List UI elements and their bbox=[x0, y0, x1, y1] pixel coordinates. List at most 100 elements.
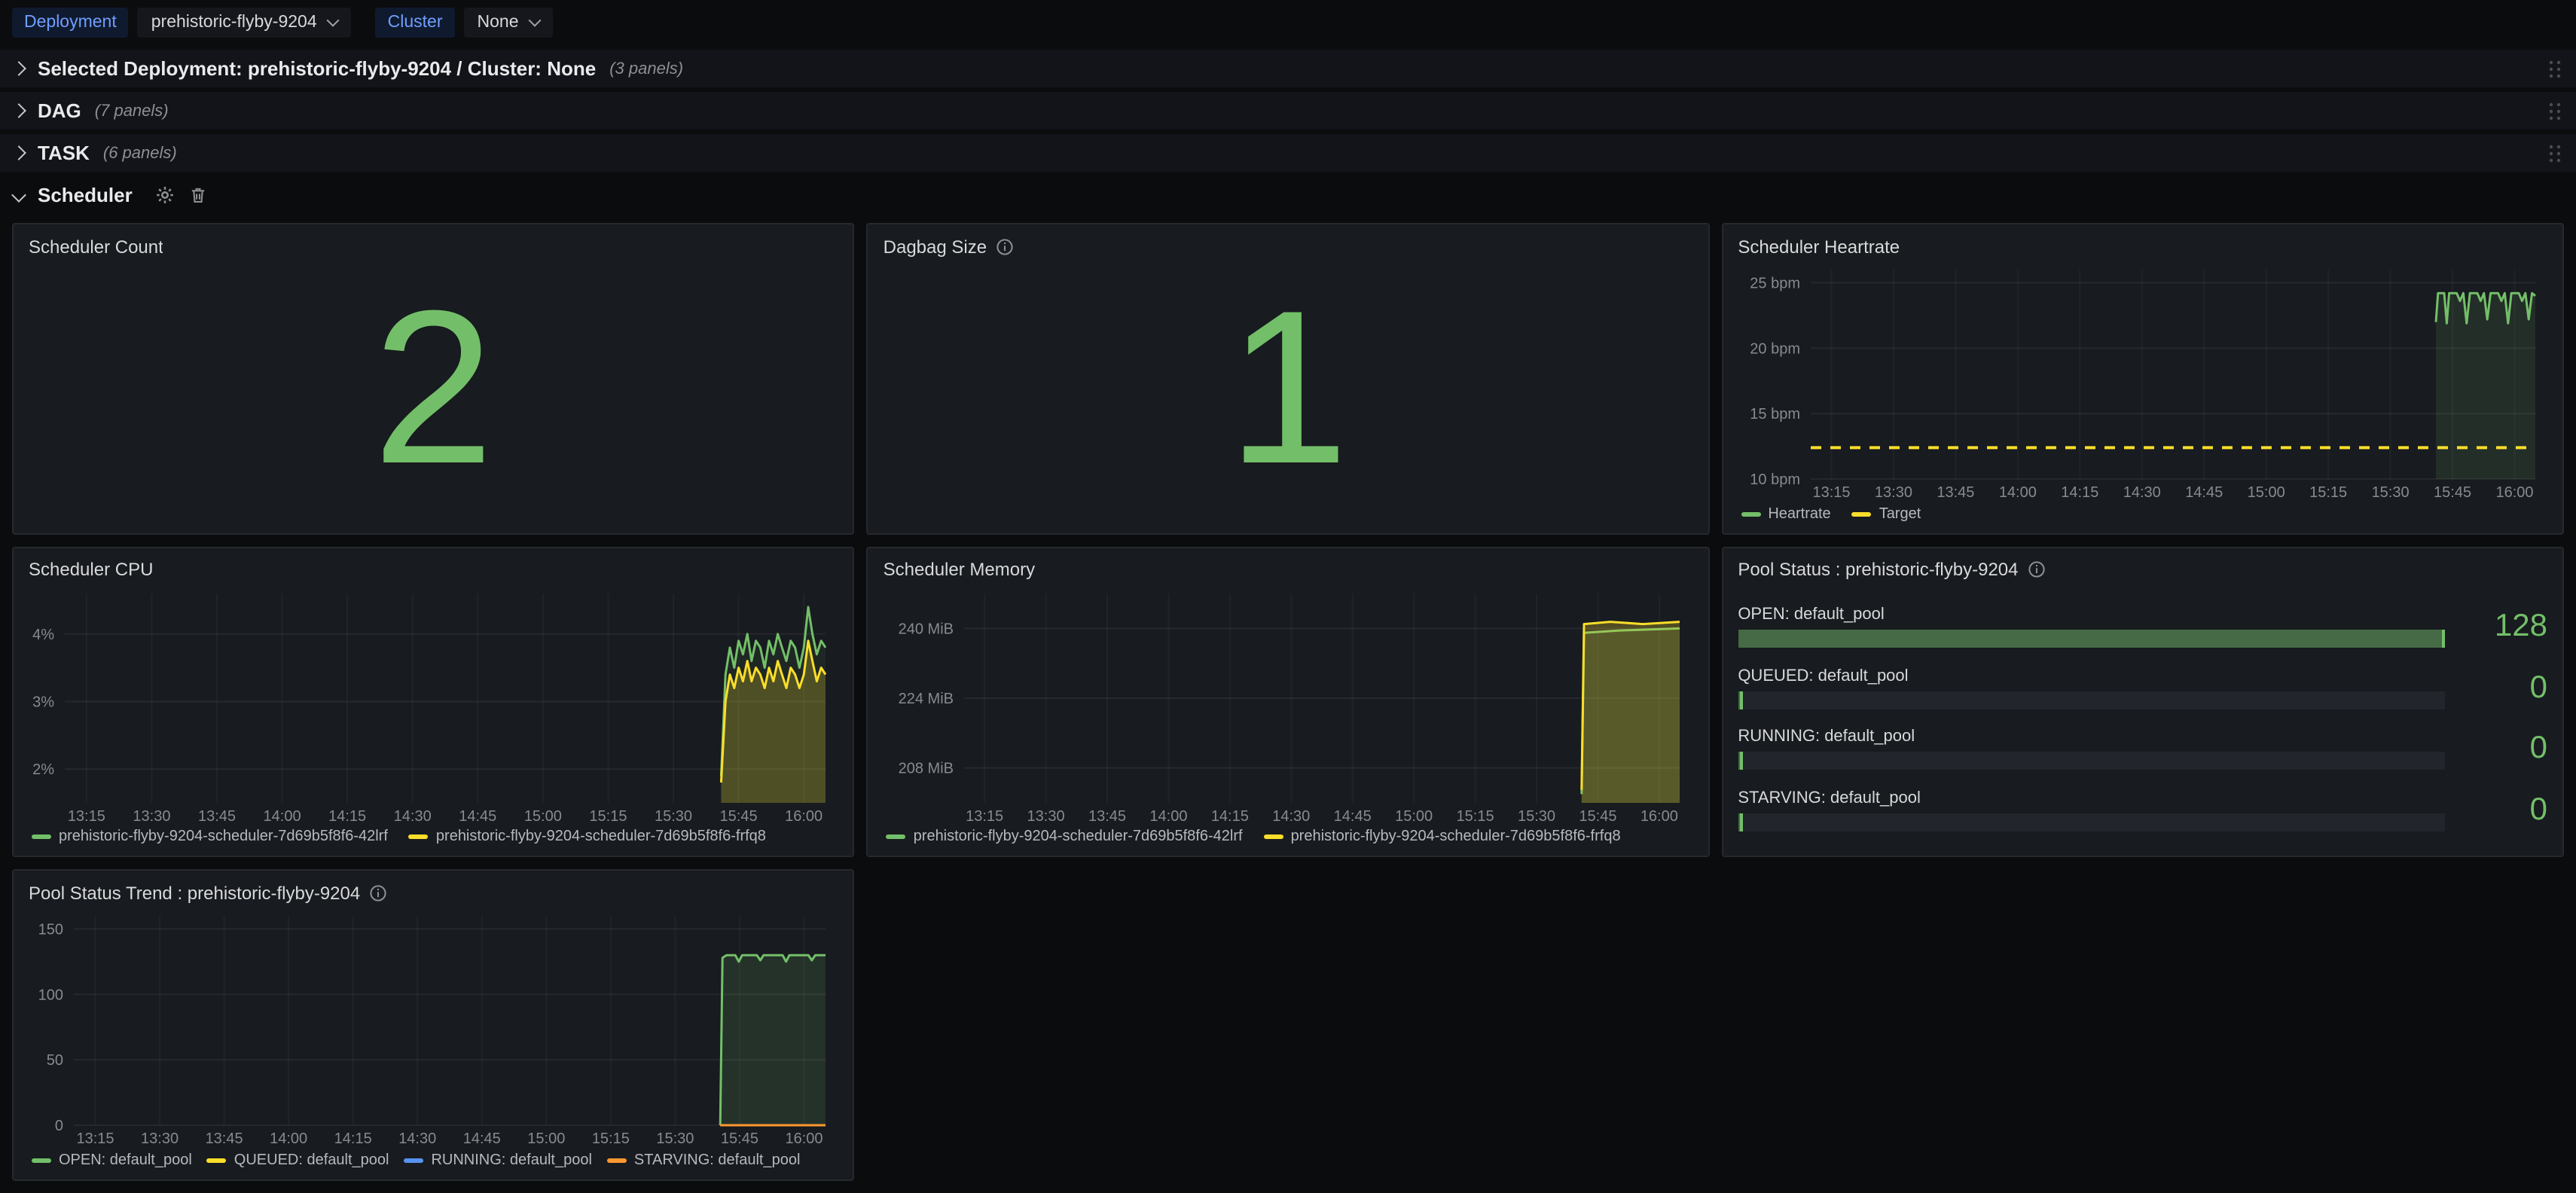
variable-select-cluster[interactable]: None bbox=[464, 8, 554, 38]
legend-item[interactable]: RUNNING: default_pool bbox=[404, 1152, 591, 1169]
panel-header-scheduler-memory[interactable]: Scheduler Memory bbox=[884, 555, 1693, 584]
gauge-fill bbox=[1738, 752, 1742, 770]
chevron-down-icon bbox=[327, 14, 340, 27]
svg-text:13:15: 13:15 bbox=[966, 807, 1004, 824]
svg-text:15:00: 15:00 bbox=[2247, 484, 2285, 501]
cpu-legend: prehistoric-flyby-9204-scheduler-7d69b5f… bbox=[29, 825, 838, 850]
panel-header-pool-status-trend[interactable]: Pool Status Trend : prehistoric-flyby-92… bbox=[29, 879, 838, 908]
series-color-marker bbox=[1741, 511, 1760, 516]
row-title: Scheduler bbox=[38, 184, 133, 206]
memory-chart[interactable]: 13:1513:3013:4514:0014:1514:3014:4515:00… bbox=[884, 584, 1693, 824]
gauge-value: 0 bbox=[2460, 670, 2547, 706]
drag-handle-icon[interactable] bbox=[2547, 100, 2562, 121]
svg-text:15:30: 15:30 bbox=[656, 1131, 694, 1148]
legend-item[interactable]: Target bbox=[1852, 505, 1921, 522]
gauge-bar bbox=[1738, 813, 2445, 831]
stat-value-scheduler-count: 2 bbox=[29, 261, 838, 526]
gauge-fill bbox=[1738, 691, 1742, 709]
panel-header-pool-status[interactable]: Pool Status : prehistoric-flyby-9204 bbox=[1738, 555, 2547, 584]
legend-item[interactable]: OPEN: default_pool bbox=[32, 1152, 192, 1169]
svg-text:14:45: 14:45 bbox=[1334, 807, 1372, 824]
svg-text:13:45: 13:45 bbox=[1937, 484, 1974, 501]
browser-window: Deployment prehistoric-flyby-9204 Cluste… bbox=[0, 0, 2576, 1193]
panel-header-scheduler-cpu[interactable]: Scheduler CPU bbox=[29, 555, 838, 584]
variable-control-cluster: Cluster None bbox=[376, 8, 554, 38]
row-title: DAG bbox=[38, 99, 81, 122]
legend-item[interactable]: prehistoric-flyby-9204-scheduler-7d69b5f… bbox=[1264, 829, 1621, 846]
info-icon[interactable] bbox=[2028, 560, 2046, 578]
legend-item[interactable]: prehistoric-flyby-9204-scheduler-7d69b5f… bbox=[887, 829, 1243, 846]
series-color-marker bbox=[207, 1158, 227, 1163]
gauge-bar bbox=[1738, 630, 2445, 648]
legend-item[interactable]: QUEUED: default_pool bbox=[207, 1152, 389, 1169]
svg-text:15:00: 15:00 bbox=[524, 807, 562, 824]
svg-text:15:00: 15:00 bbox=[527, 1131, 565, 1148]
panel-title: Scheduler Count bbox=[29, 236, 163, 257]
svg-text:14:45: 14:45 bbox=[459, 807, 496, 824]
gauge-open: OPEN: default_pool 128 bbox=[1738, 606, 2547, 648]
row-selected-deployment[interactable]: Selected Deployment: prehistoric-flyby-9… bbox=[0, 50, 2576, 87]
series-color-marker bbox=[1264, 835, 1283, 840]
panel-header-dagbag-size[interactable]: Dagbag Size bbox=[884, 232, 1693, 261]
variable-value-cluster: None bbox=[478, 14, 519, 32]
gauge-label: RUNNING: default_pool bbox=[1738, 728, 2445, 746]
dashboard-variables-bar: Deployment prehistoric-flyby-9204 Cluste… bbox=[0, 0, 2576, 45]
heartrate-chart[interactable]: 13:1513:3013:4514:0014:1514:3014:4515:00… bbox=[1738, 261, 2547, 501]
row-panel-count: (3 panels) bbox=[609, 59, 683, 78]
memory-legend: prehistoric-flyby-9204-scheduler-7d69b5f… bbox=[884, 825, 1693, 850]
svg-text:15:30: 15:30 bbox=[2371, 484, 2409, 501]
gauge-fill bbox=[1738, 630, 2445, 648]
panel-pool-status-trend: Pool Status Trend : prehistoric-flyby-92… bbox=[12, 870, 855, 1181]
gauge-bar bbox=[1738, 691, 2445, 709]
svg-text:15:30: 15:30 bbox=[1518, 807, 1556, 824]
row-panel-count: (7 panels) bbox=[95, 102, 169, 120]
panel-title: Dagbag Size bbox=[884, 236, 987, 257]
panel-header-scheduler-heartrate[interactable]: Scheduler Heartrate bbox=[1738, 232, 2547, 261]
legend-item[interactable]: prehistoric-flyby-9204-scheduler-7d69b5f… bbox=[409, 829, 766, 846]
row-scheduler[interactable]: Scheduler bbox=[0, 176, 2576, 214]
svg-text:0: 0 bbox=[55, 1118, 63, 1135]
svg-text:14:15: 14:15 bbox=[2061, 484, 2098, 501]
drag-handle-icon[interactable] bbox=[2547, 58, 2562, 79]
drag-handle-icon[interactable] bbox=[2547, 142, 2562, 163]
cpu-chart[interactable]: 13:1513:3013:4514:0014:1514:3014:4515:00… bbox=[29, 584, 838, 824]
chevron-down-icon bbox=[529, 14, 542, 27]
svg-text:16:00: 16:00 bbox=[2495, 484, 2533, 501]
panel-title: Pool Status Trend : prehistoric-flyby-92… bbox=[29, 883, 360, 904]
trash-icon[interactable] bbox=[188, 185, 208, 205]
chevron-right-icon bbox=[11, 61, 26, 76]
gauge-label: QUEUED: default_pool bbox=[1738, 667, 2445, 685]
gauge-label: OPEN: default_pool bbox=[1738, 606, 2445, 624]
panel-dagbag-size: Dagbag Size 1 bbox=[867, 223, 1710, 534]
legend-item[interactable]: STARVING: default_pool bbox=[607, 1152, 801, 1169]
panel-title: Pool Status : prehistoric-flyby-9204 bbox=[1738, 559, 2018, 580]
info-icon[interactable] bbox=[996, 237, 1014, 255]
svg-text:100: 100 bbox=[38, 987, 63, 1004]
svg-text:150: 150 bbox=[38, 922, 63, 938]
svg-text:15:45: 15:45 bbox=[1579, 807, 1617, 824]
pool-trend-chart[interactable]: 13:1513:3013:4514:0014:1514:3014:4515:00… bbox=[29, 908, 838, 1148]
gauge-bar bbox=[1738, 752, 2445, 770]
grafana-dashboard: Deployment prehistoric-flyby-9204 Cluste… bbox=[0, 0, 2576, 1193]
svg-text:15:15: 15:15 bbox=[1457, 807, 1494, 824]
row-task[interactable]: TASK (6 panels) bbox=[0, 134, 2576, 172]
panel-header-scheduler-count[interactable]: Scheduler Count bbox=[29, 232, 838, 261]
svg-text:2%: 2% bbox=[32, 761, 54, 777]
svg-text:3%: 3% bbox=[32, 694, 54, 710]
variable-label-deployment: Deployment bbox=[12, 8, 129, 38]
svg-text:15:30: 15:30 bbox=[655, 807, 692, 824]
gear-icon[interactable] bbox=[155, 185, 175, 205]
info-icon[interactable] bbox=[369, 884, 387, 902]
gauge-starving: STARVING: default_pool 0 bbox=[1738, 789, 2547, 831]
legend-item[interactable]: Heartrate bbox=[1741, 505, 1830, 522]
legend-item[interactable]: prehistoric-flyby-9204-scheduler-7d69b5f… bbox=[32, 829, 388, 846]
panel-scheduler-memory: Scheduler Memory 13:1513:3013:4514:0014:… bbox=[867, 546, 1710, 857]
svg-text:208 MiB: 208 MiB bbox=[899, 760, 954, 777]
row-dag[interactable]: DAG (7 panels) bbox=[0, 92, 2576, 130]
svg-text:13:30: 13:30 bbox=[133, 807, 170, 824]
svg-text:14:00: 14:00 bbox=[1998, 484, 2036, 501]
svg-text:224 MiB: 224 MiB bbox=[899, 690, 954, 706]
svg-text:14:15: 14:15 bbox=[328, 807, 366, 824]
variable-select-deployment[interactable]: prehistoric-flyby-9204 bbox=[138, 8, 352, 38]
series-color-marker bbox=[409, 835, 429, 840]
